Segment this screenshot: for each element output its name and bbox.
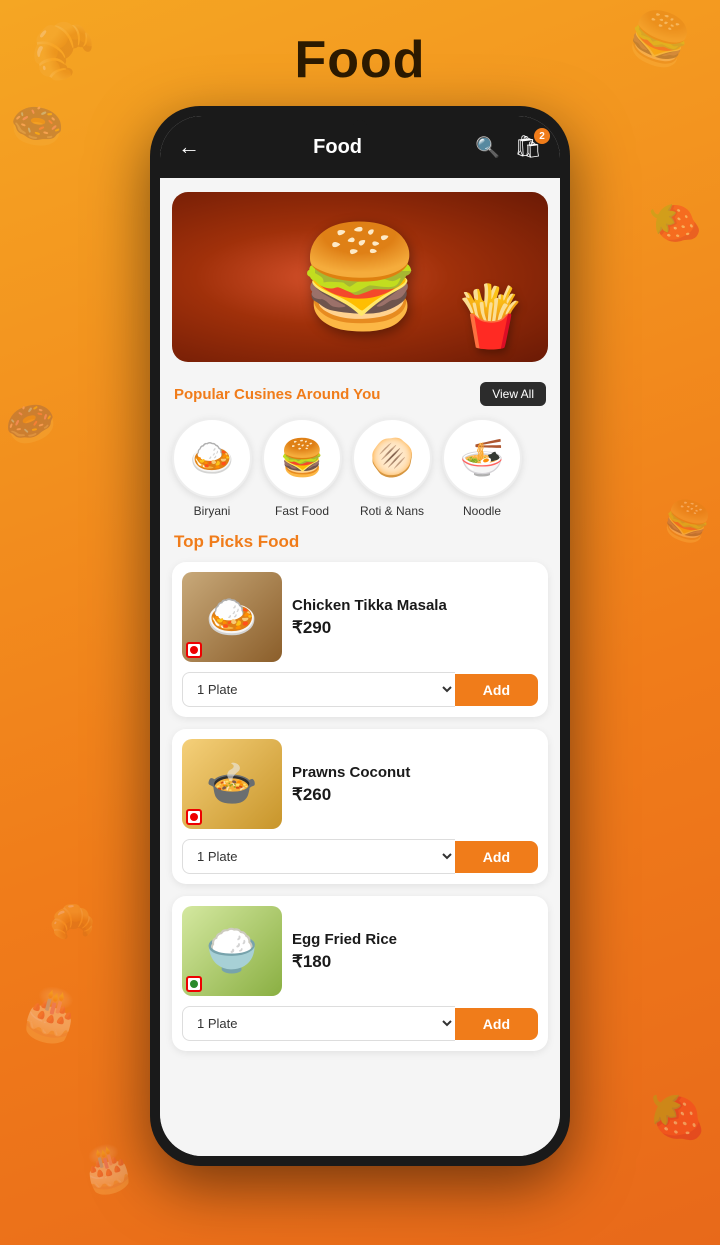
hero-food-image: 🍔 🍟 xyxy=(172,192,548,362)
view-all-button[interactable]: View All xyxy=(480,382,546,406)
food-card-chicken-tikka: 🍛 Chicken Tikka Masala ₹290 1 Plate Add xyxy=(172,562,548,717)
hero-banner: 🍔 🍟 xyxy=(172,192,548,362)
non-veg-dot-1 xyxy=(190,646,198,654)
cuisine-item-biryani[interactable]: 🍛 Biryani xyxy=(172,418,252,518)
cuisine-circle-biryani: 🍛 xyxy=(172,418,252,498)
cuisine-item-rotinans[interactable]: 🫓 Roti & Nans xyxy=(352,418,432,518)
header-title: Food xyxy=(313,136,362,159)
header-icons: 🔍 🛍 2 xyxy=(475,134,542,160)
food-actions-2: 1 Plate Add xyxy=(172,839,548,884)
food-card-inner-1: 🍛 Chicken Tikka Masala ₹290 xyxy=(172,562,548,672)
cuisine-name-fastfood: Fast Food xyxy=(275,504,329,518)
cuisine-name-rotinans: Roti & Nans xyxy=(360,504,424,518)
cuisine-circle-rotinans: 🫓 xyxy=(352,418,432,498)
cuisine-row: 🍛 Biryani 🍔 Fast Food 🫓 Roti & Nans 🍜 No… xyxy=(160,412,560,528)
cuisine-name-noodle: Noodle xyxy=(463,504,501,518)
cart-button[interactable]: 🛍 2 xyxy=(514,134,542,160)
popular-section-title: Popular Cusines Around You xyxy=(174,386,380,403)
hero-food-emoji: 🍔 xyxy=(298,219,423,336)
veg-badge-1 xyxy=(186,642,202,658)
food-actions-3: 1 Plate Add xyxy=(172,1006,548,1051)
non-veg-dot-2 xyxy=(190,813,198,821)
plate-select-2[interactable]: 1 Plate xyxy=(182,839,455,874)
veg-badge-2 xyxy=(186,809,202,825)
phone-notch xyxy=(353,120,367,134)
phone-screen: ← Food 🔍 🛍 2 🍔 🍟 Pop xyxy=(160,116,560,1156)
food-image-egg-fried-rice: 🍚 xyxy=(182,906,282,996)
add-button-1[interactable]: Add xyxy=(455,674,538,706)
food-card-prawns-coconut: 🍲 Prawns Coconut ₹260 1 Plate Add xyxy=(172,729,548,884)
food-emoji-3: 🍚 xyxy=(206,927,258,976)
add-button-2[interactable]: Add xyxy=(455,841,538,873)
cuisine-item-fastfood[interactable]: 🍔 Fast Food xyxy=(262,418,342,518)
veg-badge-3 xyxy=(186,976,202,992)
cuisine-item-noodle[interactable]: 🍜 Noodle xyxy=(442,418,522,518)
hero-fries-emoji: 🍟 xyxy=(453,281,528,352)
food-info-3: Egg Fried Rice ₹180 xyxy=(292,931,538,972)
food-info-1: Chicken Tikka Masala ₹290 xyxy=(292,597,538,638)
plate-select-1[interactable]: 1 Plate xyxy=(182,672,455,707)
food-image-chicken-tikka: 🍛 xyxy=(182,572,282,662)
food-card-inner-2: 🍲 Prawns Coconut ₹260 xyxy=(172,729,548,839)
food-name-1: Chicken Tikka Masala xyxy=(292,597,538,614)
food-card-inner-3: 🍚 Egg Fried Rice ₹180 xyxy=(172,896,548,1006)
cuisine-name-biryani: Biryani xyxy=(194,504,231,518)
food-actions-1: 1 Plate Add xyxy=(172,672,548,717)
food-price-2: ₹260 xyxy=(292,785,538,805)
cuisine-circle-noodle: 🍜 xyxy=(442,418,522,498)
food-name-2: Prawns Coconut xyxy=(292,764,538,781)
popular-section-header: Popular Cusines Around You View All xyxy=(160,372,560,412)
screen-content: 🍔 🍟 Popular Cusines Around You View All … xyxy=(160,178,560,1156)
bottom-spacer xyxy=(160,1063,560,1083)
back-button[interactable]: ← xyxy=(178,134,200,160)
food-info-2: Prawns Coconut ₹260 xyxy=(292,764,538,805)
food-emoji-1: 🍛 xyxy=(206,593,258,642)
food-card-egg-fried-rice: 🍚 Egg Fried Rice ₹180 1 Plate Add xyxy=(172,896,548,1051)
cuisine-circle-fastfood: 🍔 xyxy=(262,418,342,498)
food-price-1: ₹290 xyxy=(292,618,538,638)
veg-dot-3 xyxy=(190,980,198,988)
top-picks-title: Top Picks Food xyxy=(160,528,560,562)
plate-select-3[interactable]: 1 Plate xyxy=(182,1006,455,1041)
food-emoji-2: 🍲 xyxy=(206,760,258,809)
cart-badge: 2 xyxy=(534,128,550,144)
search-icon[interactable]: 🔍 xyxy=(475,135,500,160)
food-price-3: ₹180 xyxy=(292,952,538,972)
add-button-3[interactable]: Add xyxy=(455,1008,538,1040)
page-title: Food xyxy=(294,30,425,90)
food-image-prawns-coconut: 🍲 xyxy=(182,739,282,829)
food-name-3: Egg Fried Rice xyxy=(292,931,538,948)
phone-frame: ← Food 🔍 🛍 2 🍔 🍟 Pop xyxy=(150,106,570,1166)
